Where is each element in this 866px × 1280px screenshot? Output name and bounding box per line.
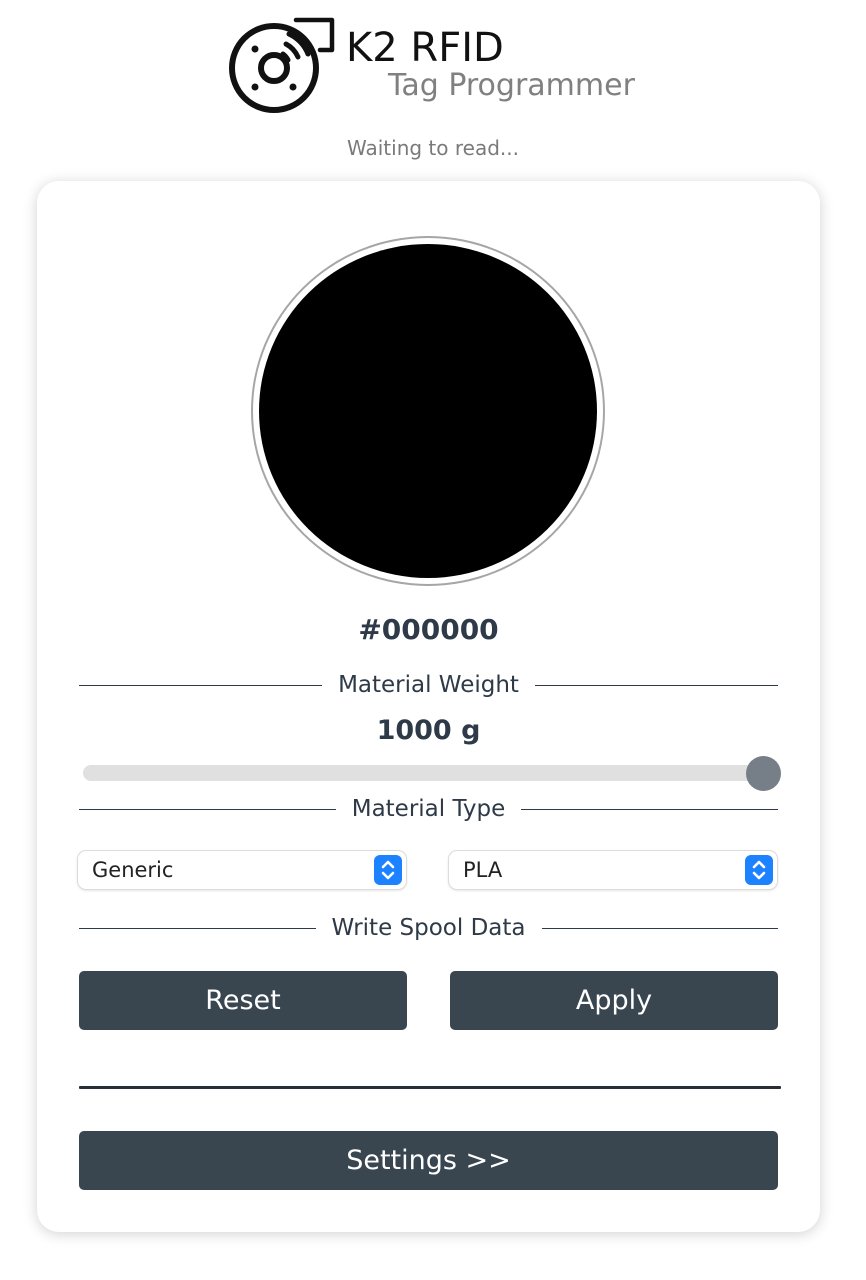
material-type-select-value: PLA [463,858,503,882]
weight-slider[interactable] [83,765,775,781]
divider-line [79,684,323,686]
material-weight-heading: Material Weight [338,672,519,698]
brand-select-value: Generic [92,858,174,882]
color-hex-label: #000000 [358,613,499,646]
divider-line [79,808,336,810]
divider-line [79,927,316,929]
material-weight-divider: Material Weight [79,670,779,700]
app-header: K2 RFID Tag Programmer [0,0,866,120]
color-swatch-fill [259,244,597,578]
material-type-select[interactable]: PLA [449,851,777,889]
rfid-spool-icon [229,17,335,113]
divider-line [521,808,779,810]
select-arrows-icon [745,855,773,885]
color-swatch[interactable] [251,236,605,586]
reset-button[interactable]: Reset [79,971,407,1030]
material-type-divider: Material Type [79,794,779,824]
divider-line [541,927,778,929]
main-card: #000000 Material Weight 1000 g Material … [37,181,820,1232]
write-spool-heading: Write Spool Data [331,915,526,941]
status-text: Waiting to read... [347,136,519,160]
app-subtitle: Tag Programmer [388,68,635,103]
write-spool-divider: Write Spool Data [79,913,778,943]
section-separator [79,1086,781,1089]
divider-line [534,684,779,686]
material-type-heading: Material Type [351,796,506,822]
settings-button[interactable]: Settings >> [79,1131,778,1190]
weight-value: 1000 g [376,715,481,746]
apply-button[interactable]: Apply [450,971,778,1030]
brand-select[interactable]: Generic [78,851,406,889]
select-arrows-icon [374,855,402,885]
app-title: K2 RFID [346,25,504,71]
weight-slider-thumb[interactable] [746,756,781,791]
